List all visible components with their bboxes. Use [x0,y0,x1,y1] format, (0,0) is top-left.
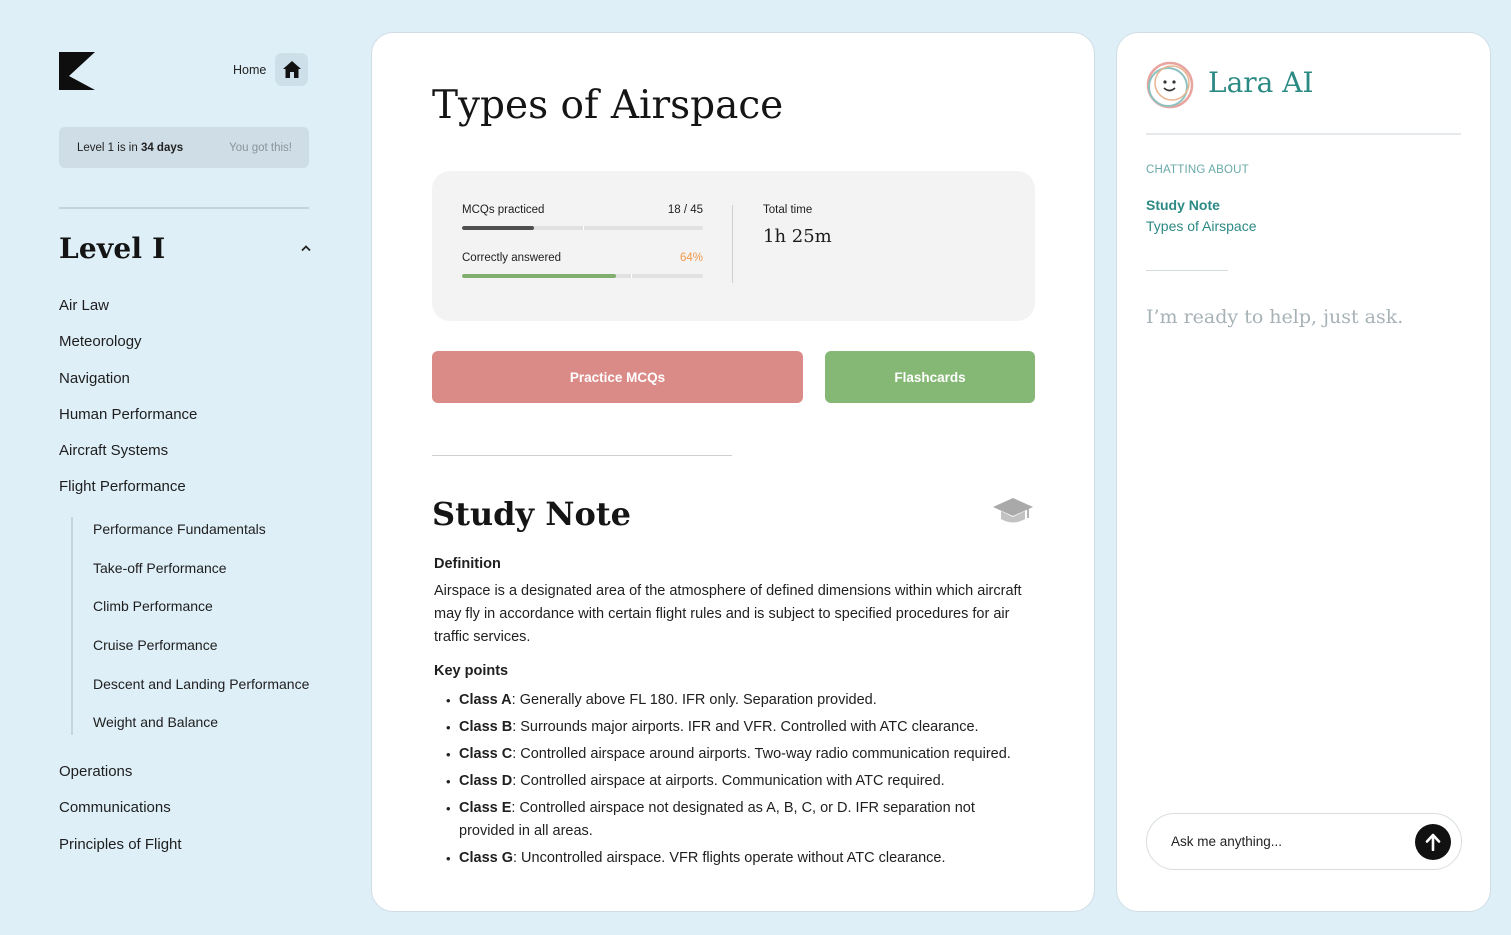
avatar-icon [1146,61,1194,109]
correct-progress-fill [462,274,617,278]
level-title: Level I [59,232,166,265]
flashcards-button[interactable]: Flashcards [825,351,1035,403]
list-item: Class A: Generally above FL 180. IFR onl… [446,689,1034,712]
total-time-value: 1h 25m [763,226,832,247]
total-time-label: Total time [763,204,813,216]
sidebar: Home Level 1 is in 34 days You got this!… [0,0,340,935]
graduation-cap-icon [993,498,1033,523]
chat-panel: Lara AI CHATTING ABOUT Study Note Types … [1116,32,1491,912]
topic-navigation[interactable]: Navigation [59,367,197,403]
list-item: Class B: Surrounds major airports. IFR a… [446,716,1034,739]
sidebar-divider [59,207,309,209]
encouragement-text: You got this! [229,141,292,154]
exam-countdown: Level 1 is in 34 days You got this! [59,127,309,168]
context-subtitle: Types of Airspace [1146,218,1257,234]
chat-input-box[interactable] [1146,813,1462,870]
chat-input[interactable] [1171,834,1391,849]
topic-list-bottom: Operations Communications Principles of … [59,760,182,869]
send-button[interactable] [1415,823,1451,860]
assistant-prompt-text: I’m ready to help, just ask. [1146,306,1404,328]
logo-icon[interactable] [59,52,95,90]
stats-card: MCQs practiced 18 / 45 Correctly answere… [432,171,1035,321]
list-item: Class G: Uncontrolled airspace. VFR flig… [446,847,1034,870]
mcq-progress-bar [462,226,703,230]
context-divider [1146,270,1228,271]
progress-tick [630,274,632,278]
subtopic-weight-balance[interactable]: Weight and Balance [93,710,309,749]
progress-tick [582,226,584,230]
mcq-progress-fill [462,226,535,230]
countdown-text: Level 1 is in 34 days [77,141,184,154]
topic-communications[interactable]: Communications [59,796,182,832]
correct-label: Correctly answered [462,252,562,264]
page-title: Types of Airspace [432,83,784,128]
topic-aircraft-systems[interactable]: Aircraft Systems [59,439,197,475]
subtopic-performance-fundamentals[interactable]: Performance Fundamentals [93,517,309,556]
total-time: Total time 1h 25m [763,204,832,247]
topic-meteorology[interactable]: Meteorology [59,330,197,366]
home-button[interactable] [275,53,309,86]
subtopic-takeoff-performance[interactable]: Take-off Performance [93,556,309,595]
practice-mcqs-button[interactable]: Practice MCQs [432,351,803,403]
subtopic-list: Performance Fundamentals Take-off Perfor… [71,517,309,735]
topic-list: Air Law Meteorology Navigation Human Per… [59,294,197,512]
topic-human-performance[interactable]: Human Performance [59,403,197,439]
main-panel: Types of Airspace MCQs practiced 18 / 45… [371,32,1095,912]
section-divider [432,455,732,456]
definition-heading: Definition [434,556,501,572]
correct-progress-bar [462,274,703,278]
chevron-up-icon[interactable] [301,245,311,252]
home-icon [282,61,301,78]
chat-divider [1146,133,1461,135]
assistant-name: Lara AI [1208,66,1314,99]
topic-operations[interactable]: Operations [59,760,182,796]
subtopic-climb-performance[interactable]: Climb Performance [93,594,309,633]
send-arrow-icon [1425,833,1441,851]
study-note-body: Definition Airspace is a designated area… [434,556,1034,874]
subtopic-descent-landing-performance[interactable]: Descent and Landing Performance [93,672,309,711]
list-item: Class C: Controlled airspace around airp… [446,743,1034,766]
level-toggle[interactable]: Level I [59,232,314,265]
mcq-value: 18 / 45 [667,204,703,216]
chatting-about-label: CHATTING ABOUT [1146,164,1249,176]
context-title: Study Note [1146,197,1220,213]
study-note-title: Study Note [432,495,631,533]
stats-divider [732,205,733,283]
keypoints-heading: Key points [434,663,509,679]
home-label[interactable]: Home [233,63,266,77]
correct-value: 64% [679,252,703,264]
list-item: Class E: Controlled airspace not designa… [446,797,1034,843]
topic-air-law[interactable]: Air Law [59,294,197,330]
mcq-label: MCQs practiced [462,204,545,216]
topic-principles-of-flight[interactable]: Principles of Flight [59,833,182,869]
correct-stat: Correctly answered 64% [462,252,703,278]
home-nav[interactable]: Home [233,53,309,86]
mcq-stat: MCQs practiced 18 / 45 [462,204,703,230]
list-item: Class D: Controlled airspace at airports… [446,770,1034,793]
keypoints-list: Class A: Generally above FL 180. IFR onl… [434,689,1034,870]
definition-text: Airspace is a designated area of the atm… [434,583,1022,645]
subtopic-cruise-performance[interactable]: Cruise Performance [93,633,309,672]
topic-flight-performance[interactable]: Flight Performance [59,475,197,511]
